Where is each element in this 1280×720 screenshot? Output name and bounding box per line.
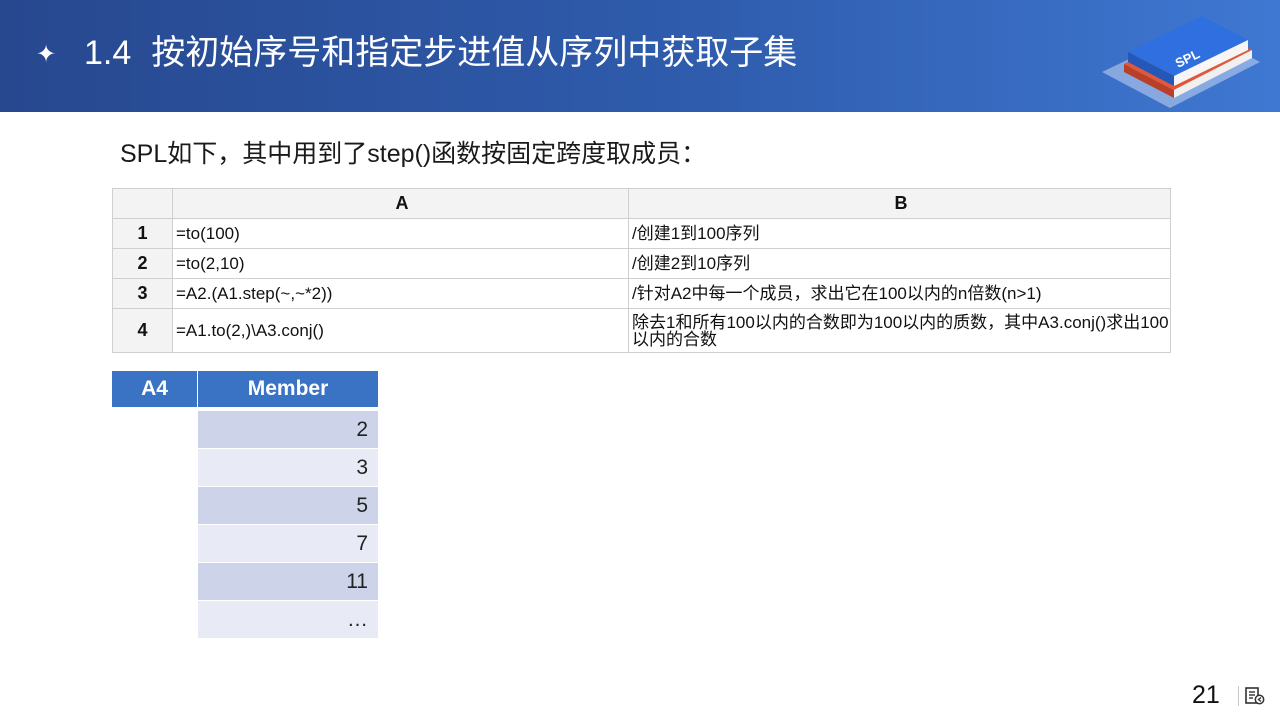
result-value: 2: [198, 411, 378, 448]
result-value: …: [198, 601, 378, 638]
column-header-a[interactable]: A: [172, 188, 629, 219]
result-value: 3: [198, 449, 378, 486]
section-number: 1.4: [84, 34, 132, 72]
row-header[interactable]: 3: [112, 278, 173, 309]
cell-a4[interactable]: =A1.to(2,)\A3.conj(): [172, 308, 629, 353]
description-text: SPL如下，其中用到了step()函数按固定跨度取成员：: [120, 140, 707, 168]
result-value: 5: [198, 487, 378, 524]
slide-navigation-icon[interactable]: [1244, 686, 1266, 706]
page-title: 1.4 按初始序号和指定步进值从序列中获取子集: [84, 30, 797, 76]
result-column-header: Member: [198, 371, 378, 407]
page-number: 21: [1192, 681, 1220, 709]
grid-corner: [112, 188, 173, 219]
result-value: 11: [198, 563, 378, 600]
cell-a2[interactable]: =to(2,10): [172, 248, 629, 279]
footer-divider: [1238, 686, 1239, 706]
grid-row: 3 =A2.(A1.step(~,~*2)) /针对A2中每一个成员，求出它在1…: [112, 278, 1171, 309]
result-cell-label: A4: [112, 371, 197, 407]
grid-row: 4 =A1.to(2,)\A3.conj() 除去1和所有100以内的合数即为1…: [112, 308, 1171, 353]
grid-row: 2 =to(2,10) /创建2到10序列: [112, 248, 1171, 279]
cell-a3[interactable]: =A2.(A1.step(~,~*2)): [172, 278, 629, 309]
sparkle-bullet-icon: ✦: [36, 41, 57, 68]
cell-b4[interactable]: 除去1和所有100以内的合数即为100以内的质数，其中A3.conj()求出10…: [628, 308, 1171, 353]
cell-a1[interactable]: =to(100): [172, 218, 629, 249]
cell-b2[interactable]: /创建2到10序列: [628, 248, 1171, 279]
column-header-b[interactable]: B: [628, 188, 1171, 219]
spl-cookbook-logo: SPL COOKBOOK: [1102, 16, 1260, 108]
result-value: 7: [198, 525, 378, 562]
row-header[interactable]: 2: [112, 248, 173, 279]
spl-grid: A B 1 =to(100) /创建1到100序列 2 =to(2,10) /创…: [112, 188, 1171, 353]
cell-b1[interactable]: /创建1到100序列: [628, 218, 1171, 249]
cell-b3[interactable]: /针对A2中每一个成员，求出它在100以内的n倍数(n>1): [628, 278, 1171, 309]
grid-row: 1 =to(100) /创建1到100序列: [112, 218, 1171, 249]
row-header[interactable]: 4: [112, 308, 173, 353]
section-title: 按初始序号和指定步进值从序列中获取子集: [151, 34, 798, 72]
title-bar: ✦ 1.4 按初始序号和指定步进值从序列中获取子集 SPL COOKBOOK: [0, 0, 1280, 112]
row-header[interactable]: 1: [112, 218, 173, 249]
